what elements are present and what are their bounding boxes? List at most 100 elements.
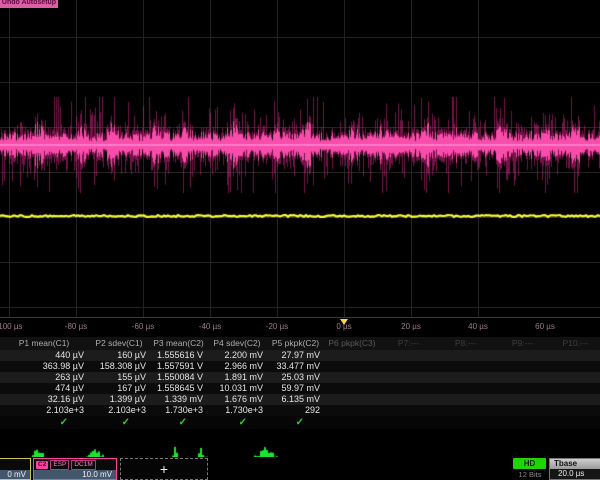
measurement-cell: [551, 350, 600, 361]
measurement-row-num: 2.103e+32.103e+31.730e+31.730e+3292: [0, 405, 600, 416]
status-check-icon: ✓: [207, 416, 267, 429]
measurement-cell: 1.555616 V: [150, 350, 207, 361]
plus-icon: +: [160, 461, 168, 477]
measurement-cell: [494, 350, 551, 361]
time-axis-label: 60 µs: [535, 322, 555, 331]
measurement-cell: [437, 394, 494, 405]
status-check-icon: ✓: [150, 416, 207, 429]
measurement-header-1[interactable]: P1 mean(C1): [0, 337, 88, 350]
measurement-cell: 10.031 mV: [207, 383, 267, 394]
measurement-cell: 1.557591 V: [150, 361, 207, 372]
measurement-cell: 158.308 µV: [88, 361, 150, 372]
measurement-header-7[interactable]: P7:---: [380, 337, 437, 350]
c2-volts-per-div: 10.0 mV: [34, 470, 116, 480]
status-check-icon: [551, 416, 600, 429]
measurement-status-row: ✓✓✓✓✓: [0, 416, 600, 429]
status-check-icon: [380, 416, 437, 429]
time-axis[interactable]: -100 µs-80 µs-60 µs-40 µs-20 µs0 µs20 µs…: [0, 319, 600, 337]
c1-volts-per-div: 0 mV: [0, 470, 30, 480]
time-axis-label: -100 µs: [0, 322, 22, 331]
status-check-icon: [437, 416, 494, 429]
status-check-icon: ✓: [267, 416, 324, 429]
measurement-header-6[interactable]: P6 pkpk(C3): [324, 337, 380, 350]
measurement-row-value: 440 µV160 µV1.555616 V2.200 mV27.97 mV: [0, 350, 600, 361]
measurement-cell: [437, 361, 494, 372]
measurement-cell: 2.200 mV: [207, 350, 267, 361]
measurement-cell: 1.339 mV: [150, 394, 207, 405]
c2-label-chip: C2: [36, 461, 48, 469]
measurement-cell: 167 µV: [88, 383, 150, 394]
measurement-cell: 25.03 mV: [267, 372, 324, 383]
measurement-cell: 2.966 mV: [207, 361, 267, 372]
measurement-cell: [437, 372, 494, 383]
time-axis-label: -40 µs: [199, 322, 221, 331]
measurement-row-min: 263 µV155 µV1.550084 V1.891 mV25.03 mV: [0, 372, 600, 383]
measurement-cell: 27.97 mV: [267, 350, 324, 361]
measurement-header-4[interactable]: P4 sdev(C2): [207, 337, 267, 350]
measurement-cell: [551, 372, 600, 383]
measurement-cell: 263 µV: [0, 372, 88, 383]
oscilloscope-screen: Undo Autosetup -100 µs-80 µs-60 µs-40 µs…: [0, 0, 600, 480]
measurement-cell: 6.135 mV: [267, 394, 324, 405]
c2-coupling-badge: DC1M: [71, 460, 95, 470]
add-trace-slot[interactable]: +: [120, 458, 208, 480]
measurement-cell: [551, 361, 600, 372]
measurement-cell: 1.891 mV: [207, 372, 267, 383]
measurement-cell: 1.558645 V: [150, 383, 207, 394]
measurement-header-row: P1 mean(C1)P2 sdev(C1)P3 mean(C2)P4 sdev…: [0, 337, 600, 350]
time-axis-label: -60 µs: [132, 322, 154, 331]
measurement-cell: [380, 405, 437, 416]
measurement-cell: [380, 372, 437, 383]
channel2-descriptor[interactable]: C2 ESP DC1M 10.0 mV: [33, 458, 117, 480]
hd-bits-label: 12 Bits: [509, 470, 551, 479]
status-check-icon: ✓: [88, 416, 150, 429]
measurement-cell: [380, 383, 437, 394]
measurement-table: P1 mean(C1)P2 sdev(C1)P3 mean(C2)P4 sdev…: [0, 337, 600, 457]
measurement-cell: 59.97 mV: [267, 383, 324, 394]
measurement-header-8[interactable]: P8:---: [437, 337, 494, 350]
time-axis-label: 0 µs: [336, 322, 351, 331]
measurement-header-3[interactable]: P3 mean(C2): [150, 337, 207, 350]
measurement-cell: [494, 361, 551, 372]
measurement-cell: 160 µV: [88, 350, 150, 361]
measurement-cell: 474 µV: [0, 383, 88, 394]
measurement-cell: [437, 383, 494, 394]
time-axis-label: 20 µs: [401, 322, 421, 331]
descriptor-bar: DC1M 0 mV C2 ESP DC1M 10.0 mV + HD 12 Bi…: [0, 457, 600, 480]
undo-autosetup-button[interactable]: Undo Autosetup: [0, 0, 58, 8]
status-check-icon: [324, 416, 380, 429]
measurement-header-5[interactable]: P5 pkpk(C2): [267, 337, 324, 350]
measurement-cell: [551, 405, 600, 416]
timebase-descriptor[interactable]: Tbase 20.0 µs: [549, 458, 600, 480]
measurement-cell: 2.103e+3: [0, 405, 88, 416]
timebase-title: Tbase: [550, 459, 600, 469]
measurement-row-mean: 363.98 µV158.308 µV1.557591 V2.966 mV33.…: [0, 361, 600, 372]
measurement-cell: [494, 383, 551, 394]
c2-esp-badge: ESP: [50, 460, 69, 470]
status-check-icon: [494, 416, 551, 429]
measurement-row-sdev: 32.16 µV1.399 µV1.339 mV1.676 mV6.135 mV: [0, 394, 600, 405]
measurement-cell: [437, 405, 494, 416]
measurement-cell: 32.16 µV: [0, 394, 88, 405]
waveform-display[interactable]: Undo Autosetup: [0, 0, 600, 318]
measurement-cell: [324, 394, 380, 405]
measurement-header-9[interactable]: P9:---: [494, 337, 551, 350]
measurement-cell: [324, 405, 380, 416]
measurement-cell: [494, 405, 551, 416]
measurement-header-10[interactable]: P10:---: [551, 337, 600, 350]
time-axis-label: 40 µs: [468, 322, 488, 331]
measurement-cell: 1.730e+3: [150, 405, 207, 416]
measurement-row-max: 474 µV167 µV1.558645 V10.031 mV59.97 mV: [0, 383, 600, 394]
hd-mode-badge[interactable]: HD: [513, 458, 546, 469]
measurement-cell: [324, 372, 380, 383]
measurement-cell: [324, 361, 380, 372]
channel1-descriptor[interactable]: DC1M 0 mV: [0, 458, 31, 480]
measurement-cell: [324, 383, 380, 394]
measurement-header-2[interactable]: P2 sdev(C1): [88, 337, 150, 350]
timebase-per-div: 20.0 µs: [550, 469, 600, 479]
measurement-cell: 155 µV: [88, 372, 150, 383]
time-axis-label: -20 µs: [266, 322, 288, 331]
measurement-cell: 440 µV: [0, 350, 88, 361]
measurement-cell: [380, 361, 437, 372]
measurement-cell: [494, 394, 551, 405]
